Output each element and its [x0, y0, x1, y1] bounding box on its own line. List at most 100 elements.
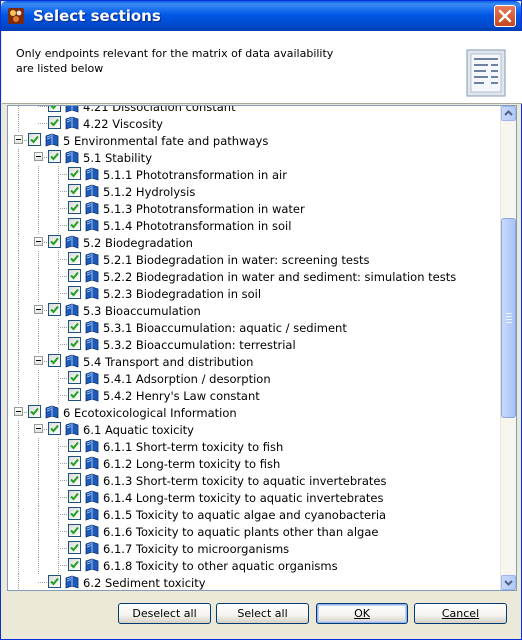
select-all-button[interactable]: Select all	[216, 603, 309, 624]
tree-row[interactable]: 6.1.6 Toxicity to aquatic plants other t…	[8, 523, 502, 540]
checkmark-icon	[70, 186, 79, 195]
section-checkbox[interactable]	[68, 439, 81, 452]
section-label: 5.3.1 Bioaccumulation: aquatic / sedimen…	[103, 321, 347, 335]
section-checkbox[interactable]	[48, 422, 61, 435]
collapse-toggle[interactable]	[14, 135, 23, 144]
tree-row[interactable]: 5.2.3 Biodegradation in soil	[8, 285, 502, 302]
section-checkbox[interactable]	[68, 507, 81, 520]
scroll-up-button[interactable]	[501, 106, 516, 121]
tree-row[interactable]: 5.3.2 Bioaccumulation: terrestrial	[8, 336, 502, 353]
tree-row[interactable]: 6.1.2 Long-term toxicity to fish	[8, 455, 502, 472]
section-checkbox[interactable]	[68, 184, 81, 197]
section-checkbox[interactable]	[48, 235, 61, 248]
tree-row[interactable]: 5.1.1 Phototransformation in air	[8, 166, 502, 183]
section-checkbox[interactable]	[28, 405, 41, 418]
tree-row[interactable]: 6.1.5 Toxicity to aquatic algae and cyan…	[8, 506, 502, 523]
tree-row[interactable]: 6.1 Aquatic toxicity	[8, 421, 502, 438]
section-checkbox[interactable]	[48, 106, 61, 112]
section-checkbox[interactable]	[48, 354, 61, 367]
tree-row[interactable]: 5.4 Transport and distribution	[8, 353, 502, 370]
tree-row[interactable]: 6.1.4 Long-term toxicity to aquatic inve…	[8, 489, 502, 506]
tree-row[interactable]: 5.4.1 Adsorption / desorption	[8, 370, 502, 387]
book-icon	[85, 167, 99, 181]
collapse-toggle[interactable]	[34, 152, 43, 161]
checkmark-icon	[70, 271, 79, 280]
checkmark-icon	[70, 373, 79, 382]
section-label: 5.3.2 Bioaccumulation: terrestrial	[103, 338, 296, 352]
book-icon	[85, 218, 99, 232]
tree-row[interactable]: 6 Ecotoxicological Information	[8, 404, 502, 421]
scroll-down-button[interactable]	[501, 575, 516, 590]
section-checkbox[interactable]	[68, 201, 81, 214]
section-label: 6.1.1 Short-term toxicity to fish	[103, 440, 284, 454]
tree-row[interactable]: 4.21 Dissociation constant	[8, 106, 502, 115]
tree-row[interactable]: 6.1.1 Short-term toxicity to fish	[8, 438, 502, 455]
tree-row[interactable]: 5.2 Biodegradation	[8, 234, 502, 251]
section-checkbox[interactable]	[68, 167, 81, 180]
section-checkbox[interactable]	[68, 558, 81, 571]
section-checkbox[interactable]	[68, 524, 81, 537]
collapse-toggle[interactable]	[34, 356, 43, 365]
tree-row[interactable]: 4.22 Viscosity	[8, 115, 502, 132]
ok-button[interactable]: OK	[316, 603, 408, 624]
tree-row[interactable]: 5.2.1 Biodegradation in water: screening…	[8, 251, 502, 268]
tree-connector	[58, 446, 67, 447]
tree-row[interactable]: 5 Environmental fate and pathways	[8, 132, 502, 149]
tree-connector	[58, 480, 67, 481]
checkmark-icon	[50, 305, 59, 314]
book-icon	[85, 201, 99, 215]
section-label: 6.1.3 Short-term toxicity to aquatic inv…	[103, 474, 387, 488]
section-checkbox[interactable]	[68, 473, 81, 486]
checkmark-icon	[70, 288, 79, 297]
section-checkbox[interactable]	[68, 320, 81, 333]
collapse-toggle[interactable]	[14, 407, 23, 416]
section-checkbox[interactable]	[48, 150, 61, 163]
tree-row[interactable]: 6.2 Sediment toxicity	[8, 574, 502, 590]
section-checkbox[interactable]	[68, 337, 81, 350]
collapse-toggle[interactable]	[34, 424, 43, 433]
sections-tree[interactable]: 4.21 Dissociation constant 4.22 Viscosity…	[7, 105, 517, 591]
tree-guide-line	[18, 574, 19, 590]
tree-row[interactable]: 5.3.1 Bioaccumulation: aquatic / sedimen…	[8, 319, 502, 336]
section-checkbox[interactable]	[48, 303, 61, 316]
close-button[interactable]	[494, 5, 516, 27]
section-checkbox[interactable]	[48, 575, 61, 588]
tree-row[interactable]: 5.1.4 Phototransformation in soil	[8, 217, 502, 234]
section-checkbox[interactable]	[68, 541, 81, 554]
section-checkbox[interactable]	[68, 388, 81, 401]
section-checkbox[interactable]	[68, 490, 81, 503]
section-checkbox[interactable]	[68, 269, 81, 282]
vertical-scrollbar[interactable]	[500, 106, 516, 590]
section-label: 5.4 Transport and distribution	[83, 355, 254, 369]
tree-row[interactable]: 5.3 Bioaccumulation	[8, 302, 502, 319]
section-checkbox[interactable]	[28, 133, 41, 146]
tree-row[interactable]: 5.1.3 Phototransformation in water	[8, 200, 502, 217]
checkmark-icon	[70, 475, 79, 484]
section-checkbox[interactable]	[48, 116, 61, 129]
tree-row[interactable]: 6.1.3 Short-term toxicity to aquatic inv…	[8, 472, 502, 489]
section-checkbox[interactable]	[68, 218, 81, 231]
tree-row[interactable]: 6.1.7 Toxicity to microorganisms	[8, 540, 502, 557]
tree-guide-line	[18, 268, 19, 285]
tree-row[interactable]: 5.4.2 Henry's Law constant	[8, 387, 502, 404]
section-checkbox[interactable]	[68, 456, 81, 469]
section-checkbox[interactable]	[68, 252, 81, 265]
tree-guide-line	[38, 319, 39, 336]
tree-row[interactable]: 5.1 Stability	[8, 149, 502, 166]
tree-row[interactable]: 6.1.8 Toxicity to other aquatic organism…	[8, 557, 502, 574]
tree-guide-line	[18, 319, 19, 336]
section-checkbox[interactable]	[68, 371, 81, 384]
collapse-toggle[interactable]	[34, 305, 43, 314]
collapse-toggle[interactable]	[34, 237, 43, 246]
checkmark-icon	[50, 356, 59, 365]
scroll-thumb[interactable]	[501, 218, 516, 418]
tree-guide-line	[18, 251, 19, 268]
tree-row[interactable]: 5.1.2 Hydrolysis	[8, 183, 502, 200]
section-checkbox[interactable]	[68, 286, 81, 299]
deselect-all-button[interactable]: Deselect all	[118, 603, 211, 624]
tree-connector	[58, 276, 67, 277]
title-bar[interactable]: Select sections	[1, 1, 521, 31]
tree-row[interactable]: 5.2.2 Biodegradation in water and sedime…	[8, 268, 502, 285]
tree-connector	[58, 191, 67, 192]
cancel-button[interactable]: Cancel	[414, 603, 507, 624]
